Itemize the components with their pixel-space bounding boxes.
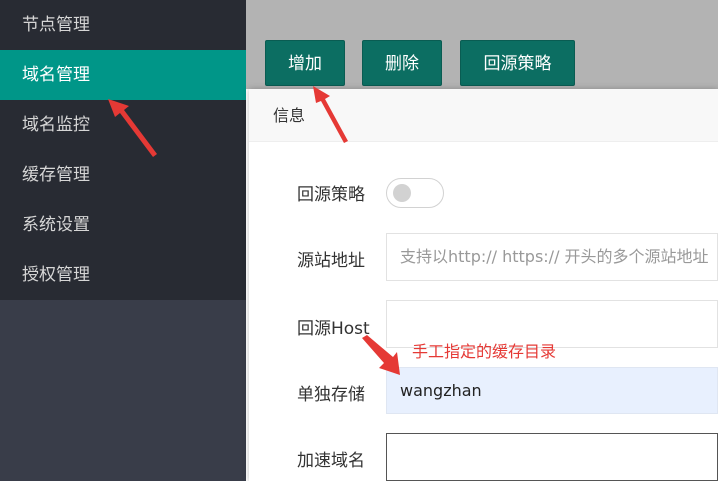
arrow-icon xyxy=(362,335,400,375)
annotation-arrows xyxy=(108,86,400,375)
arrow-icon xyxy=(313,86,348,143)
arrow-icon xyxy=(108,99,157,157)
